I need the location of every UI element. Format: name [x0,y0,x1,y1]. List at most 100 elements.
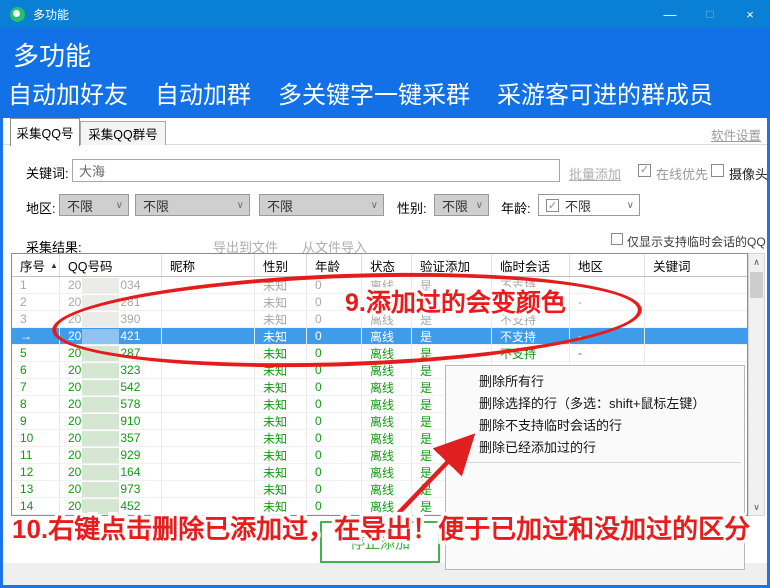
column-header-gender[interactable]: 性别 [255,254,307,276]
region-select-3[interactable]: 不限∨ [259,194,384,216]
cell-qq: 20 542 [60,379,162,395]
page-title: 多功能 [13,36,91,73]
cell-no: 8 [12,396,60,412]
scroll-down-icon[interactable]: ∨ [749,499,764,515]
window-border-left [0,118,3,588]
cell-nick [162,379,255,395]
column-header-nick[interactable]: 昵称 [162,254,255,276]
qq-prefix: 20 [68,448,81,462]
qq-prefix: 20 [68,397,81,411]
cell-gender: 未知 [255,447,307,463]
cell-age: 0 [307,396,362,412]
chevron-down-icon: ∨ [237,200,244,211]
main-nav: 自动加好友自动加群多关键字一键采群采游客可进的群成员 [8,75,713,110]
cell-keyword [645,277,747,293]
menu-separator [449,462,741,463]
gender-value: 不限 [442,196,468,215]
column-header-qq[interactable]: QQ号码 [60,254,162,276]
menu-item-2[interactable]: 删除选择的行（多选：shift+鼠标左键） [446,393,744,415]
region-select-1[interactable]: 不限 ∨ [59,194,129,216]
cell-age: 0 [307,379,362,395]
cell-keyword [645,294,747,310]
age-checkbox[interactable]: ✓ [546,199,559,212]
qq-suffix: 973 [120,482,140,496]
online-first-checkbox[interactable]: ✓ [638,164,651,177]
keyword-input[interactable] [72,159,560,182]
qq-suffix: 164 [120,465,140,479]
column-header-no[interactable]: 序号▲ [12,254,60,276]
cell-no: 1 [12,277,60,293]
region-value: 不限 [67,196,93,215]
cell-no: 10 [12,430,60,446]
qq-blur-redaction [82,363,119,378]
online-first-label: 在线优先 [656,164,708,183]
check-icon: ✓ [640,165,649,176]
cell-no: 7 [12,379,60,395]
age-select[interactable]: ✓ 不限 ∨ [538,194,640,216]
scroll-up-icon[interactable]: ∧ [749,254,764,270]
titlebar: 多功能 — □ × [0,0,770,28]
cell-gender: 未知 [255,430,307,446]
cell-keyword [645,328,747,344]
cell-status: 离线 [362,396,412,412]
gender-select[interactable]: 不限 ∨ [434,194,489,216]
temp-session-only-checkbox[interactable] [611,233,623,245]
tabbar: 采集QQ号 采集QQ群号 软件设置 [0,118,770,145]
region-select-2[interactable]: 不限∨ [135,194,250,216]
cell-no: 13 [12,481,60,497]
cell-gender: 未知 [255,396,307,412]
scrollbar-thumb[interactable] [750,272,763,298]
vertical-scrollbar[interactable]: ∧ ∨ [748,253,765,516]
cell-nick [162,430,255,446]
cell-nick [162,447,255,463]
cell-region: - [570,345,645,361]
close-button[interactable]: × [730,0,770,28]
nav-item-3[interactable]: 多关键字一键采群 [278,75,470,110]
nav-item-2[interactable]: 自动加群 [155,75,251,110]
batch-add-link[interactable]: 批量添加 [569,164,621,183]
nav-item-4[interactable]: 采游客可进的群成员 [497,75,713,110]
cell-qq: 20164 [60,464,162,480]
minimize-button[interactable]: — [650,0,690,28]
cell-qq: 20357 [60,430,162,446]
chevron-down-icon: ∨ [371,200,378,211]
camera-checkbox[interactable] [711,164,724,177]
menu-item-4[interactable]: 删除已经添加过的行 [446,437,744,459]
menu-item-3[interactable]: 删除不支持临时会话的行 [446,415,744,437]
sort-asc-icon: ▲ [50,261,58,270]
qq-blur-redaction [82,278,119,293]
column-header-kw[interactable]: 关键词 [645,254,747,276]
column-header-temp[interactable]: 临时会话 [492,254,570,276]
menu-item-1[interactable]: 删除所有行 [446,371,744,393]
temp-session-only-label: 仅显示支持临时会话的QQ [627,233,766,250]
window-title: 多功能 [33,6,69,23]
tab-collect-qq[interactable]: 采集QQ号 [10,118,80,146]
qq-prefix: 20 [68,295,81,309]
cell-no: 11 [12,447,60,463]
column-header-age[interactable]: 年龄 [307,254,362,276]
qq-blur-redaction [82,397,119,412]
cell-nick [162,464,255,480]
cell-qq: 20973 [60,481,162,497]
qq-suffix: 323 [120,363,140,377]
header-band: 多功能 自动加好友自动加群多关键字一键采群采游客可进的群成员 [0,28,770,118]
cell-no: 9 [12,413,60,429]
chevron-down-icon: ∨ [116,200,123,211]
software-settings-link[interactable]: 软件设置 [711,125,761,144]
cell-keyword [645,345,747,361]
maximize-button[interactable]: □ [690,0,730,28]
qq-suffix: 542 [120,380,140,394]
cell-age: 0 [307,413,362,429]
chevron-down-icon: ∨ [476,200,483,211]
app-icon [10,7,25,22]
cell-age: 0 [307,447,362,463]
cell-gender: 未知 [255,379,307,395]
qq-suffix: 034 [120,278,140,292]
qq-suffix: 578 [120,397,140,411]
qq-suffix: 357 [120,431,140,445]
tab-collect-qq-group[interactable]: 采集QQ群号 [80,121,166,145]
column-header-region[interactable]: 地区 [570,254,645,276]
qq-prefix: 20 [68,380,81,394]
nav-item-1[interactable]: 自动加好友 [8,75,128,110]
cell-age: 0 [307,430,362,446]
